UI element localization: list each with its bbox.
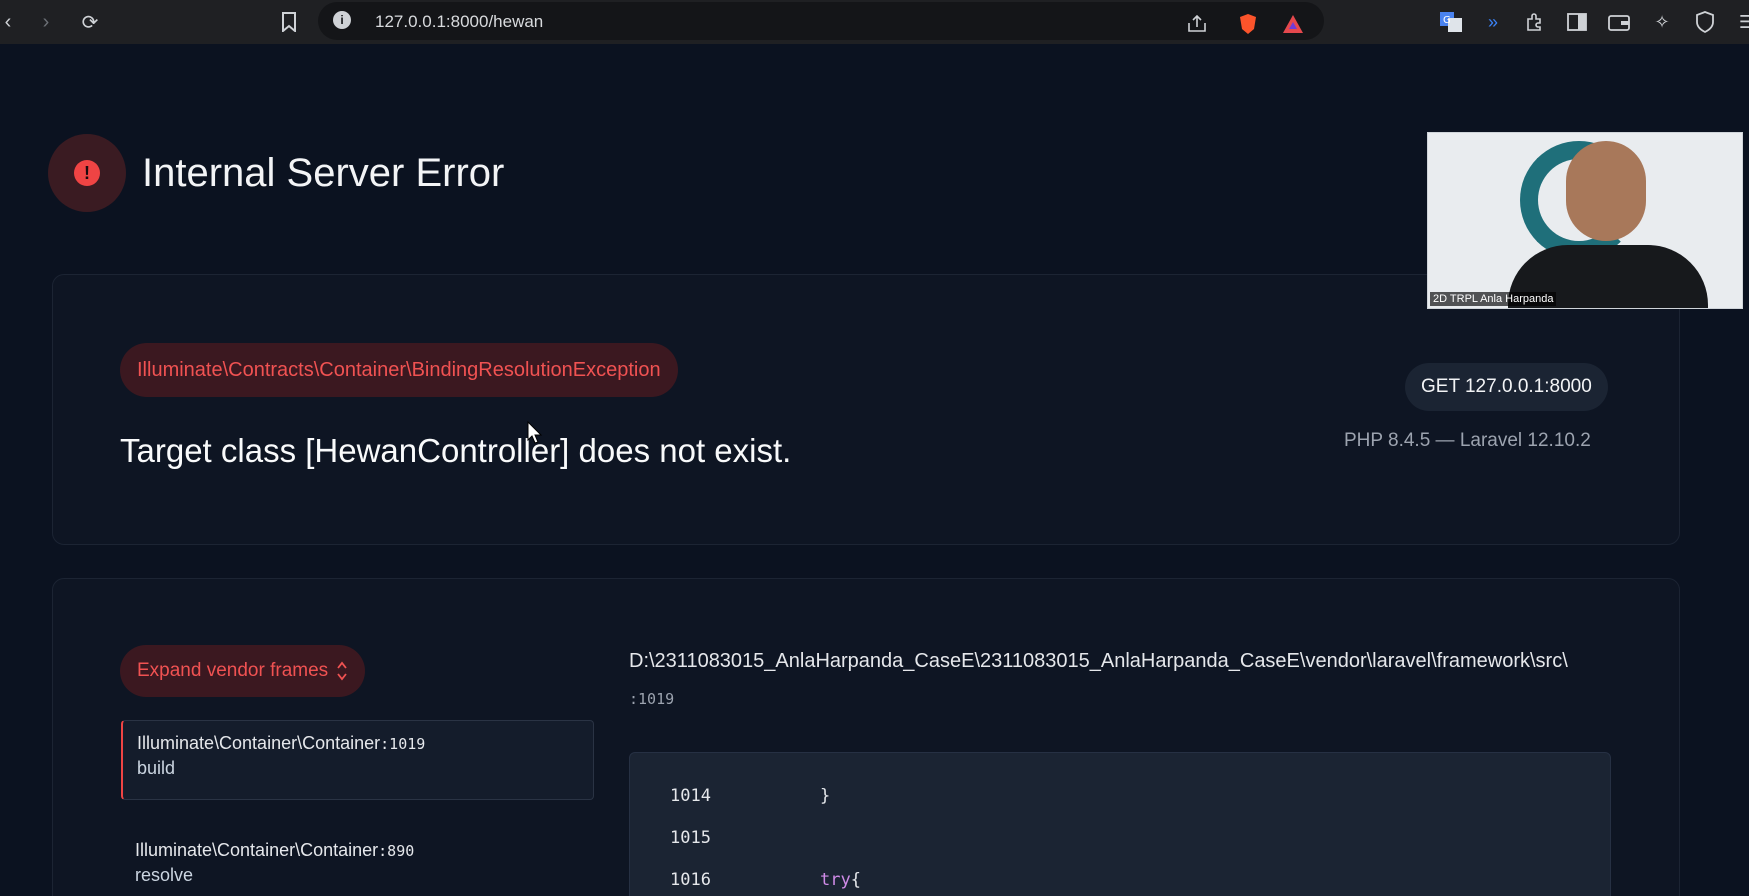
browser-toolbar: ‹ › ⟳ i 127.0.0.1:8000/hewan G » ✧ ☰	[0, 0, 1749, 44]
code-text: }	[820, 786, 831, 806]
reload-icon[interactable]: ⟳	[76, 8, 104, 36]
mouse-cursor-icon	[527, 421, 543, 444]
leo-ai-icon[interactable]: ✧	[1648, 8, 1676, 36]
brave-shield-icon[interactable]	[1234, 10, 1262, 38]
code-text: {	[850, 870, 861, 890]
url-text[interactable]: 127.0.0.1:8000/hewan	[375, 12, 543, 32]
error-header: ! Internal Server Error	[48, 134, 504, 212]
vpn-icon[interactable]	[1691, 8, 1719, 36]
forward-icon[interactable]: ›	[32, 8, 60, 36]
svg-text:G: G	[1443, 15, 1451, 26]
alert-icon: !	[74, 160, 100, 186]
translate-icon[interactable]: G	[1437, 8, 1465, 36]
expand-vendor-frames-button[interactable]: Expand vendor frames	[120, 645, 366, 697]
source-file-path[interactable]: D:\2311083015_AnlaHarpanda_CaseE\2311083…	[629, 650, 1679, 673]
code-line: 1016 try {	[670, 870, 861, 890]
person-video	[1566, 141, 1646, 241]
chevron-updown-icon	[336, 660, 348, 682]
frame-line: :1019	[380, 735, 426, 753]
webcam-overlay: 2D TRPL Anla Harpanda	[1427, 132, 1743, 309]
sidebar-icon[interactable]	[1563, 8, 1591, 36]
source-line-number: :1019	[629, 690, 675, 708]
code-keyword: try	[820, 870, 851, 890]
code-line: 1015	[670, 828, 820, 848]
code-line-number: 1014	[670, 786, 711, 806]
exception-message: Target class [HewanController] does not …	[120, 432, 792, 469]
frame-function: resolve	[135, 865, 194, 885]
wallet-icon[interactable]	[1605, 8, 1633, 36]
stack-frame[interactable]: Illuminate\Container\Container:1019 buil…	[121, 720, 594, 800]
request-badge: GET 127.0.0.1:8000	[1405, 363, 1608, 411]
code-snippet: 1014 } 1015 1016 try {	[629, 752, 1611, 896]
extensions-icon[interactable]	[1521, 8, 1549, 36]
code-line: 1014 }	[670, 786, 830, 806]
brave-rewards-icon[interactable]	[1279, 10, 1307, 38]
page-title: Internal Server Error	[142, 150, 505, 195]
stack-frame[interactable]: Illuminate\Container\Container:890 resol…	[121, 828, 594, 896]
version-info: PHP 8.4.5 — Laravel 12.10.2	[1344, 430, 1591, 451]
menu-icon[interactable]: ☰	[1733, 8, 1749, 36]
code-line-number: 1015	[670, 828, 711, 848]
audio-icon[interactable]: »	[1479, 8, 1507, 36]
share-icon[interactable]	[1183, 10, 1211, 38]
webcam-label: 2D TRPL Anla Harpanda	[1430, 292, 1557, 306]
bookmark-icon[interactable]	[275, 8, 303, 36]
site-info-icon[interactable]: i	[333, 11, 351, 29]
frame-line: :890	[378, 842, 415, 860]
frame-class: Illuminate\Container\Container	[135, 840, 379, 860]
error-icon-container: !	[48, 134, 126, 212]
address-bar[interactable]: i 127.0.0.1:8000/hewan	[318, 2, 1324, 40]
expand-vendor-frames-label: Expand vendor frames	[137, 660, 329, 681]
exception-class-badge[interactable]: Illuminate\Contracts\Container\BindingRe…	[120, 343, 678, 397]
code-line-number: 1016	[670, 870, 711, 890]
frame-function: build	[137, 758, 176, 778]
back-icon[interactable]: ‹	[0, 8, 22, 36]
frame-class: Illuminate\Container\Container	[137, 733, 381, 753]
